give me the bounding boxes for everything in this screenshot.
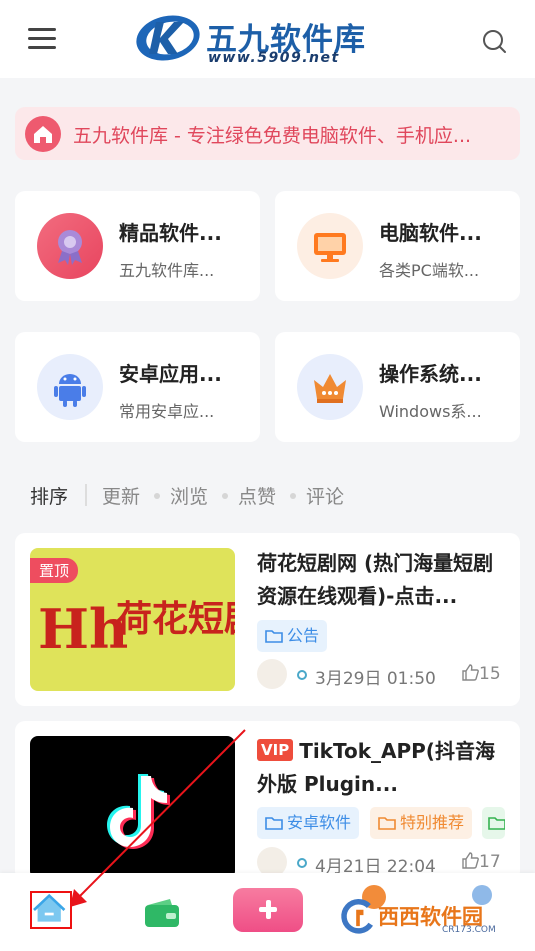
thumbnail-text: 荷花短剧 bbox=[116, 598, 235, 640]
logo-k-icon bbox=[136, 15, 200, 61]
post-date: 3月29日 01:50 bbox=[315, 669, 436, 689]
vip-badge: VIP bbox=[257, 739, 294, 761]
post-tag[interactable]: 特别推荐 bbox=[370, 807, 473, 839]
post-thumbnail[interactable] bbox=[30, 736, 235, 879]
post-card[interactable]: Hh 荷花短剧 置顶 荷花短剧网 (热门海量短剧资源在线观看)-点击... 公告… bbox=[15, 533, 520, 706]
thumbs-up-icon bbox=[462, 664, 479, 681]
pinned-badge: 置顶 bbox=[30, 558, 79, 583]
sort-option-views[interactable]: 浏览 bbox=[170, 482, 208, 509]
home-icon bbox=[25, 116, 61, 152]
sort-option-comments[interactable]: 评论 bbox=[306, 482, 344, 509]
nav-wallet-icon[interactable] bbox=[142, 895, 182, 929]
tiktok-icon bbox=[107, 774, 170, 849]
post-card[interactable]: VIP TikTok_APP(抖音海外版 Plugin... 安卓软件 特别推荐 … bbox=[15, 721, 520, 881]
tag-label: 安卓软件 bbox=[287, 813, 352, 832]
thumbs-up-icon bbox=[462, 852, 479, 869]
like-count[interactable]: 17 bbox=[461, 852, 501, 872]
notice-bar[interactable]: 五九软件库 - 专注绿色免费电脑软件、手机应... bbox=[15, 107, 520, 160]
post-title[interactable]: VIP TikTok_APP(抖音海外版 Plugin... bbox=[257, 735, 507, 801]
post-tag-overflow[interactable] bbox=[482, 807, 505, 839]
sort-dot bbox=[222, 493, 228, 499]
post-tag[interactable]: 安卓软件 bbox=[257, 807, 360, 839]
time-dot-icon bbox=[297, 858, 307, 868]
sort-label: 排序 bbox=[30, 486, 69, 508]
notice-text: 五九软件库 - 专注绿色免费电脑软件、手机应... bbox=[73, 125, 472, 147]
time-dot-icon bbox=[297, 670, 307, 680]
sort-dot bbox=[290, 493, 296, 499]
android-icon bbox=[37, 354, 103, 420]
search-icon[interactable] bbox=[481, 28, 507, 54]
watermark: 西西软件园 CR173.COM bbox=[338, 893, 518, 943]
site-logo[interactable]: 五九软件库 www.5909.net bbox=[134, 10, 399, 68]
tag-label: 公告 bbox=[287, 626, 320, 645]
category-title: 电脑软件... bbox=[379, 221, 482, 245]
tag-label: 特别推荐 bbox=[400, 813, 465, 832]
logo-url: www.5909.net bbox=[208, 50, 340, 66]
category-card-premium[interactable]: 精品软件... 五九软件库... bbox=[15, 191, 260, 301]
top-header: 五九软件库 www.5909.net bbox=[0, 0, 535, 78]
category-title: 精品软件... bbox=[119, 221, 222, 245]
category-subtitle: 五九软件库... bbox=[119, 261, 215, 280]
category-title: 操作系统... bbox=[379, 362, 482, 386]
category-subtitle: 常用安卓应... bbox=[119, 402, 215, 421]
crown-icon bbox=[297, 354, 363, 420]
sort-bar: 排序 更新 浏览 点赞 评论 bbox=[30, 480, 510, 510]
sort-option-likes[interactable]: 点赞 bbox=[238, 482, 276, 509]
post-thumbnail[interactable]: Hh 荷花短剧 置顶 bbox=[30, 548, 235, 691]
nav-publish-button[interactable] bbox=[233, 888, 303, 932]
sort-divider bbox=[85, 484, 87, 506]
like-count[interactable]: 15 bbox=[461, 664, 501, 684]
folder-icon bbox=[378, 817, 396, 830]
post-title[interactable]: 荷花短剧网 (热门海量短剧资源在线观看)-点击... bbox=[257, 547, 507, 613]
nav-home-icon[interactable] bbox=[30, 891, 72, 929]
like-count-value: 15 bbox=[479, 664, 501, 684]
category-card-pc[interactable]: 电脑软件... 各类PC端软... bbox=[275, 191, 520, 301]
post-tag[interactable]: 公告 bbox=[257, 620, 328, 652]
category-subtitle: Windows系... bbox=[379, 402, 482, 421]
folder-icon bbox=[488, 817, 505, 830]
category-title: 安卓应用... bbox=[119, 362, 222, 386]
category-card-os[interactable]: 操作系统... Windows系... bbox=[275, 332, 520, 442]
category-subtitle: 各类PC端软... bbox=[379, 261, 480, 280]
category-card-android[interactable]: 安卓应用... 常用安卓应... bbox=[15, 332, 260, 442]
sort-dot bbox=[154, 493, 160, 499]
monitor-icon bbox=[297, 213, 363, 279]
award-icon bbox=[37, 213, 103, 279]
menu-icon[interactable] bbox=[28, 28, 56, 50]
watermark-logo-icon bbox=[341, 899, 374, 934]
folder-icon bbox=[265, 817, 283, 830]
watermark-sub: CR173.COM bbox=[442, 925, 496, 935]
author-avatar[interactable] bbox=[257, 659, 287, 689]
like-count-value: 17 bbox=[479, 852, 501, 872]
svg-text:Hh: Hh bbox=[38, 597, 128, 661]
sort-option-update[interactable]: 更新 bbox=[102, 482, 140, 509]
folder-icon bbox=[265, 630, 283, 643]
